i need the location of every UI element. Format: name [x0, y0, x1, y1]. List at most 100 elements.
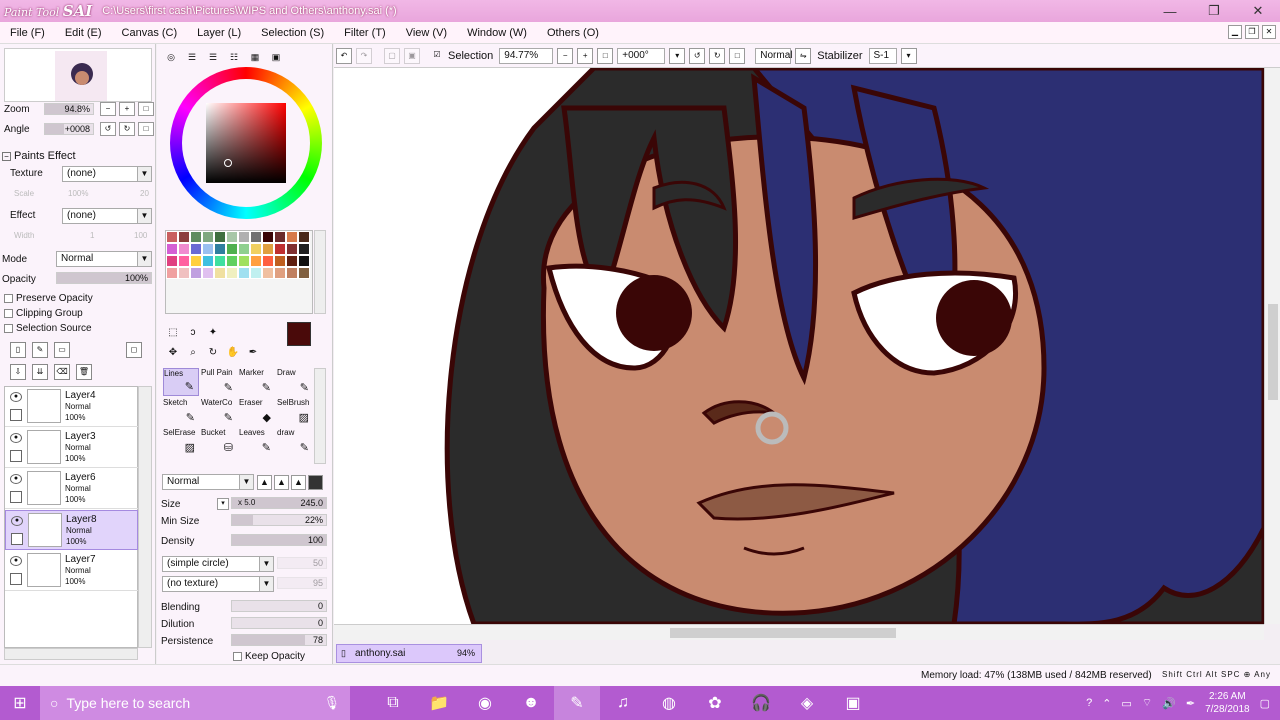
color-swatch[interactable]: [214, 231, 226, 243]
transfer-down-icon[interactable]: ⇩: [10, 364, 26, 380]
color-wheel-tab-icon[interactable]: ◎: [163, 50, 179, 64]
doc-restore-icon[interactable]: ❐: [1245, 25, 1259, 39]
stabilizer-dropdown-icon[interactable]: ▾: [900, 47, 917, 64]
color-swatch[interactable]: [178, 231, 190, 243]
paints-effect-header[interactable]: − Paints Effect: [2, 150, 76, 162]
hand-icon[interactable]: ✋: [225, 345, 241, 361]
new-linework-layer-icon[interactable]: ✎: [32, 342, 48, 358]
notifications-icon[interactable]: ▢: [1260, 697, 1270, 710]
effect-dropdown[interactable]: (none) ▼: [62, 208, 152, 224]
brush-selbrush[interactable]: SelBrush ▨: [277, 398, 313, 426]
menu-view[interactable]: View (V): [396, 27, 457, 39]
spotify-icon[interactable]: ♫: [600, 686, 646, 720]
tip-hard-icon[interactable]: ▲: [291, 475, 306, 490]
scratchpad-tab-icon[interactable]: ▣: [268, 50, 284, 64]
color-swatch[interactable]: [178, 243, 190, 255]
canvas-zoom-reset-icon[interactable]: □: [597, 47, 614, 64]
lock-icon[interactable]: [10, 491, 22, 503]
delete-layer-icon[interactable]: 🗑: [76, 364, 92, 380]
paint-app-icon[interactable]: ✿: [692, 686, 738, 720]
rotate-right-icon[interactable]: ↻: [119, 122, 135, 136]
brush-draw-2[interactable]: draw ✎: [277, 428, 313, 456]
menu-canvas[interactable]: Canvas (C): [112, 27, 188, 39]
color-swatch[interactable]: [190, 243, 202, 255]
chrome-icon[interactable]: ◉: [462, 686, 508, 720]
color-swatch[interactable]: [286, 255, 298, 267]
brush-leaves[interactable]: Leaves ✎: [239, 428, 275, 456]
layer-item[interactable]: ● Layer6 Normal 100%: [5, 469, 138, 509]
maximize-button[interactable]: ❐: [1192, 0, 1236, 22]
color-swatch[interactable]: [274, 255, 286, 267]
color-swatch[interactable]: [214, 267, 226, 279]
file-explorer-icon[interactable]: 📁: [416, 686, 462, 720]
preserve-opacity-checkbox[interactable]: Preserve Opacity: [4, 293, 93, 304]
dilution-slider[interactable]: 0: [231, 617, 327, 629]
deselect-icon[interactable]: ▢: [384, 47, 400, 64]
saturation-value-square[interactable]: [206, 103, 286, 183]
ot-app-icon[interactable]: ◍: [646, 686, 692, 720]
color-swatch[interactable]: [202, 243, 214, 255]
zoom-reset-icon[interactable]: □: [138, 102, 154, 116]
color-swatch[interactable]: [226, 243, 238, 255]
menu-others[interactable]: Others (O): [537, 27, 609, 39]
canvas-horizontal-scrollbar[interactable]: [334, 624, 1264, 640]
brush-grid-scrollbar[interactable]: [314, 368, 326, 464]
canvas-blend-mode-field[interactable]: Normal: [755, 47, 793, 64]
rotate-reset-icon[interactable]: □: [138, 122, 154, 136]
color-swatch[interactable]: [298, 255, 310, 267]
new-layer-icon[interactable]: ▯: [10, 342, 26, 358]
menu-layer[interactable]: Layer (L): [187, 27, 251, 39]
color-swatch[interactable]: [190, 255, 202, 267]
color-swatch[interactable]: [298, 267, 310, 279]
zoom-slider[interactable]: 94.8%: [44, 103, 94, 115]
tray-overflow-icon[interactable]: ⌃: [1102, 697, 1111, 710]
clock[interactable]: 2:26 AM 7/28/2018: [1205, 690, 1250, 716]
mixer-tab-icon[interactable]: ☷: [226, 50, 242, 64]
pen-icon[interactable]: [11, 533, 23, 545]
canvas-zoom-field[interactable]: 94.77%: [499, 47, 554, 64]
size-multiplier-icon[interactable]: ▾: [217, 498, 229, 510]
layer-list-scrollbar[interactable]: [138, 386, 152, 648]
taskbar-search[interactable]: ○ Type here to search 🎙: [40, 686, 350, 720]
menu-file[interactable]: File (F): [0, 27, 55, 39]
color-swatch[interactable]: [226, 255, 238, 267]
brush-bucket[interactable]: Bucket ⛁: [201, 428, 237, 456]
zoom-out-icon[interactable]: −: [100, 102, 116, 116]
color-swatches[interactable]: [165, 230, 313, 314]
microphone-icon[interactable]: 🎙: [323, 695, 340, 711]
color-swatch[interactable]: [274, 243, 286, 255]
close-button[interactable]: ✕: [1236, 0, 1280, 22]
lasso-icon[interactable]: ↄ: [185, 325, 201, 341]
brush-sketch[interactable]: Sketch ✎: [163, 398, 199, 426]
color-swatch[interactable]: [262, 231, 274, 243]
canvas-zoom-out-icon[interactable]: −: [557, 47, 574, 64]
redo-icon[interactable]: ↷: [356, 47, 372, 64]
rect-select-icon[interactable]: ⬚: [165, 325, 181, 341]
undo-icon[interactable]: ↶: [336, 47, 352, 64]
size-slider[interactable]: x 5.0 245.0: [231, 497, 327, 509]
brush-selerase[interactable]: SelErase ▨: [163, 428, 199, 456]
clipping-group-checkbox[interactable]: Clipping Group: [4, 308, 83, 319]
layer-list-hscrollbar[interactable]: [4, 648, 138, 660]
brush-lines[interactable]: Lines ✎: [163, 368, 199, 396]
color-swatch[interactable]: [178, 267, 190, 279]
windows-start-icon[interactable]: ⊞: [0, 686, 40, 720]
game-app-icon[interactable]: ◈: [784, 686, 830, 720]
merge-down-icon[interactable]: ⇊: [32, 364, 48, 380]
color-swatch[interactable]: [226, 267, 238, 279]
color-swatch[interactable]: [166, 267, 178, 279]
color-swatch[interactable]: [226, 231, 238, 243]
brush-texture-dropdown[interactable]: (no texture) ▼: [162, 576, 274, 592]
hsv-sliders-tab-icon[interactable]: ☰: [205, 50, 221, 64]
color-swatch[interactable]: [274, 267, 286, 279]
blending-slider[interactable]: 0: [231, 600, 327, 612]
canvas-rotate-reset-icon[interactable]: □: [729, 47, 746, 64]
rgb-sliders-tab-icon[interactable]: ☰: [184, 50, 200, 64]
new-folder-icon[interactable]: ▭: [54, 342, 70, 358]
canvas-rotate-right-icon[interactable]: ↻: [709, 47, 726, 64]
canvas-angle-dropdown-icon[interactable]: ▾: [669, 47, 686, 64]
swatches-scrollbar[interactable]: [314, 230, 326, 314]
color-swatch[interactable]: [286, 243, 298, 255]
color-swatch[interactable]: [262, 255, 274, 267]
file-tab[interactable]: ▯ anthony.sai 94%: [336, 644, 482, 663]
